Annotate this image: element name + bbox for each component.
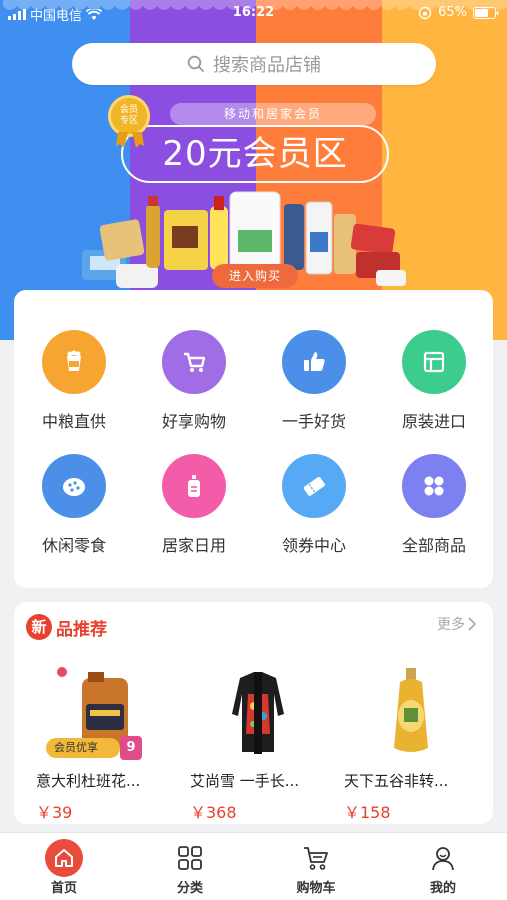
banner-subtitle: 移动和居家会员 — [170, 103, 376, 125]
category-item-household[interactable]: 居家日用 — [134, 454, 254, 556]
category-item-yishou[interactable]: 一手好货 — [254, 330, 374, 432]
category-grid: 中粮直供 好享购物 一手好货 原装进口 休闲零食 居家日用 领券中心 全部商品 — [14, 290, 493, 588]
member-tag: 会员优享 — [46, 738, 120, 758]
category-item-import[interactable]: 原装进口 — [374, 330, 494, 432]
product-price: ￥368 — [190, 803, 237, 822]
hero-banner[interactable]: 中国电信 16:22 65% 搜索商品店铺 移动和居家会员 20元会员区 会员专… — [0, 0, 507, 340]
import-icon — [402, 330, 466, 394]
more-label: 更多 — [437, 617, 465, 633]
category-item-coupons[interactable]: 领券中心 — [254, 454, 374, 556]
product-price: ￥39 — [36, 803, 73, 822]
banner-title: 20元会员区 — [121, 125, 389, 183]
tab-label: 首页 — [50, 881, 77, 896]
new-badge: 新 — [26, 614, 52, 640]
home-icon — [45, 839, 83, 877]
product-image-jacket — [198, 664, 318, 764]
category-item-haoxiang[interactable]: 好享购物 — [134, 330, 254, 432]
status-bar: 中国电信 16:22 65% — [0, 0, 507, 28]
bottom-tab-bar: 首页 分类 购物车 我的 — [0, 832, 507, 900]
product-image-oil — [352, 664, 472, 764]
product-price: ￥158 — [344, 803, 391, 822]
badge-ribbon-icon — [116, 132, 144, 148]
category-item-zhongliang[interactable]: 中粮直供 — [14, 330, 134, 432]
thumb-up-icon — [282, 330, 346, 394]
bottle-icon — [162, 454, 226, 518]
category-label: 好享购物 — [161, 412, 226, 431]
member-badge-text: 会员专区 — [119, 105, 138, 126]
category-grid-icon — [178, 846, 202, 870]
tab-category[interactable]: 分类 — [140, 833, 240, 896]
search-placeholder: 搜索商品店铺 — [213, 55, 321, 76]
product-name: 天下五谷非转... — [344, 772, 449, 790]
cookie-icon — [42, 454, 106, 518]
new-products-heading: 新 品推荐 — [26, 614, 107, 640]
product-card[interactable]: 艾尚雪 一手长... ￥368 — [190, 664, 330, 823]
member-tag-number: 9 — [120, 736, 142, 760]
new-products-section: 新 品推荐 更多 会员优享 9 意大利杜班花... ￥39 艾尚雪 一手长...… — [14, 602, 493, 824]
box-icon — [42, 330, 106, 394]
cart-icon — [304, 847, 328, 870]
cart-icon — [162, 330, 226, 394]
product-image-detergent: 会员优享 9 — [44, 664, 164, 764]
coupon-icon — [282, 454, 346, 518]
product-name: 意大利杜班花... — [36, 772, 141, 790]
category-label: 原装进口 — [401, 412, 466, 431]
product-card[interactable]: 天下五谷非转... ￥158 — [344, 664, 484, 823]
category-label: 居家日用 — [161, 536, 226, 555]
new-products-title: 品推荐 — [56, 619, 107, 640]
member-tag-label: 会员优享 — [54, 741, 98, 754]
product-name: 艾尚雪 一手长... — [190, 772, 300, 790]
category-label: 休闲零食 — [41, 536, 106, 555]
tab-label: 我的 — [429, 881, 456, 896]
category-label: 全部商品 — [401, 536, 466, 555]
tab-cart[interactable]: 购物车 — [266, 833, 366, 896]
member-badge-icon: 会员专区 — [108, 95, 150, 137]
category-item-snacks[interactable]: 休闲零食 — [14, 454, 134, 556]
search-bar[interactable]: 搜索商品店铺 — [72, 43, 436, 85]
tab-label: 分类 — [176, 881, 203, 896]
grid-icon — [402, 454, 466, 518]
chevron-right-icon — [468, 617, 477, 631]
category-label: 中粮直供 — [41, 412, 106, 431]
tab-home[interactable]: 首页 — [14, 833, 114, 896]
tab-label: 购物车 — [296, 881, 336, 896]
user-icon — [432, 847, 454, 871]
more-link[interactable]: 更多 — [437, 614, 477, 634]
category-label: 领券中心 — [281, 536, 346, 555]
category-item-all[interactable]: 全部商品 — [374, 454, 494, 556]
enter-buy-button[interactable]: 进入购买 — [212, 264, 298, 288]
product-card[interactable]: 会员优享 9 意大利杜班花... ￥39 — [36, 664, 176, 823]
orientation-lock-icon — [418, 6, 432, 19]
tab-profile[interactable]: 我的 — [393, 833, 493, 896]
category-label: 一手好货 — [281, 412, 346, 431]
search-icon — [187, 55, 204, 72]
battery-icon — [473, 6, 499, 19]
battery-percent: 65% — [438, 5, 467, 20]
